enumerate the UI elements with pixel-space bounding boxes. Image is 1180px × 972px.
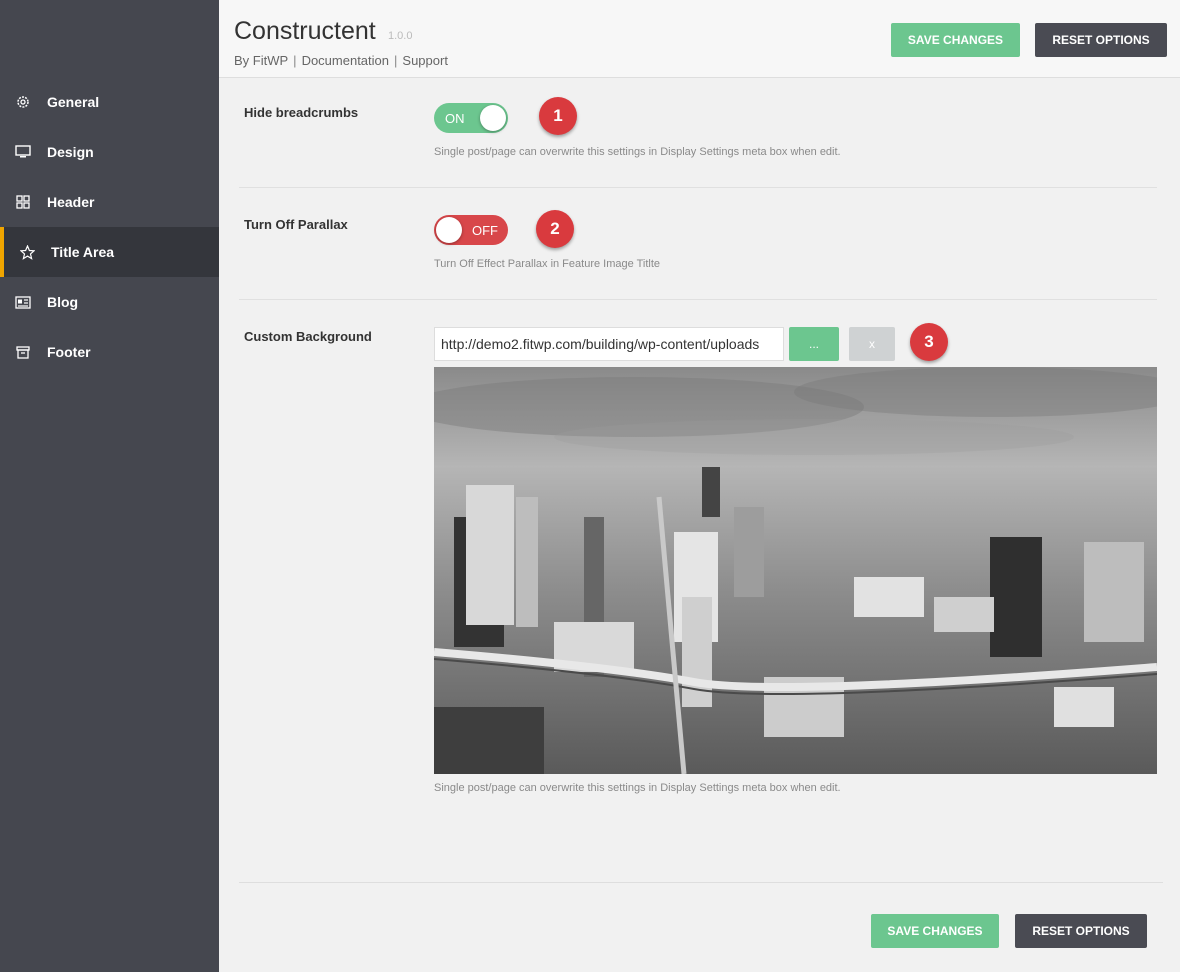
page-title: Constructent [234, 17, 376, 45]
hide-breadcrumbs-description: Single post/page can overwrite this sett… [434, 146, 841, 158]
link-separator: | [394, 53, 398, 68]
header-links: By FitWP | Documentation | Support [234, 53, 448, 68]
browse-media-button[interactable]: ... [789, 327, 839, 361]
grid-icon [15, 194, 31, 210]
sidebar-item-footer[interactable]: Footer [0, 327, 219, 377]
cityscape-image [434, 367, 1157, 774]
documentation-link[interactable]: Documentation [302, 53, 389, 68]
sidebar-item-general[interactable]: General [0, 77, 219, 127]
sidebar-item-label: Header [47, 194, 95, 210]
parallax-label: Turn Off Parallax [244, 217, 348, 232]
divider [239, 187, 1157, 188]
sidebar-item-label: Blog [47, 294, 79, 310]
sidebar-item-label: General [47, 94, 100, 110]
annotation-badge-1: 1 [539, 97, 577, 135]
version-label: 1.0.0 [388, 30, 413, 42]
sidebar-item-title-area[interactable]: Title Area [0, 227, 219, 277]
link-separator: | [293, 53, 297, 68]
monitor-icon [15, 144, 31, 160]
sidebar-item-design[interactable]: Design [0, 127, 219, 177]
sidebar-item-label: Design [47, 144, 94, 160]
star-icon [19, 244, 35, 260]
gear-icon [15, 94, 31, 110]
parallax-toggle[interactable]: OFF [434, 215, 508, 245]
sidebar-item-blog[interactable]: Blog [0, 277, 219, 327]
sidebar-item-label: Footer [47, 344, 91, 360]
parallax-description: Turn Off Effect Parallax in Feature Imag… [434, 258, 661, 270]
archive-icon [15, 344, 31, 360]
toggle-state-text: OFF [472, 223, 498, 238]
sidebar-item-label: Title Area [51, 244, 115, 260]
toggle-knob [436, 217, 462, 243]
hide-breadcrumbs-toggle[interactable]: ON [434, 103, 508, 133]
save-changes-button[interactable]: SAVE CHANGES [891, 23, 1020, 57]
footer-reset-options-button[interactable]: RESET OPTIONS [1015, 914, 1147, 948]
toggle-state-text: ON [445, 111, 465, 126]
footer-divider [239, 882, 1163, 883]
annotation-badge-2: 2 [536, 210, 574, 248]
support-link[interactable]: Support [402, 53, 448, 68]
background-url-input[interactable]: http://demo2.fitwp.com/building/wp-conte… [434, 327, 784, 361]
author-link[interactable]: By FitWP [234, 53, 288, 68]
sidebar-item-header[interactable]: Header [0, 177, 219, 227]
custom-background-description: Single post/page can overwrite this sett… [434, 782, 841, 794]
custom-background-label: Custom Background [244, 329, 372, 344]
annotation-badge-3: 3 [910, 323, 948, 361]
reset-options-button[interactable]: RESET OPTIONS [1035, 23, 1167, 57]
hide-breadcrumbs-label: Hide breadcrumbs [244, 105, 359, 120]
page-header: Constructent 1.0.0 By FitWP | Documentatio… [219, 0, 1180, 78]
toggle-knob [480, 105, 506, 131]
background-preview-image [434, 367, 1157, 774]
background-url-value: http://demo2.fitwp.com/building/wp-conte… [441, 336, 760, 352]
remove-image-button[interactable]: x [849, 327, 895, 361]
divider [239, 299, 1157, 300]
footer-save-changes-button[interactable]: SAVE CHANGES [871, 914, 999, 948]
sidebar: General Design Header Title Area Blog Fo… [0, 0, 219, 972]
newspaper-icon [15, 294, 31, 310]
